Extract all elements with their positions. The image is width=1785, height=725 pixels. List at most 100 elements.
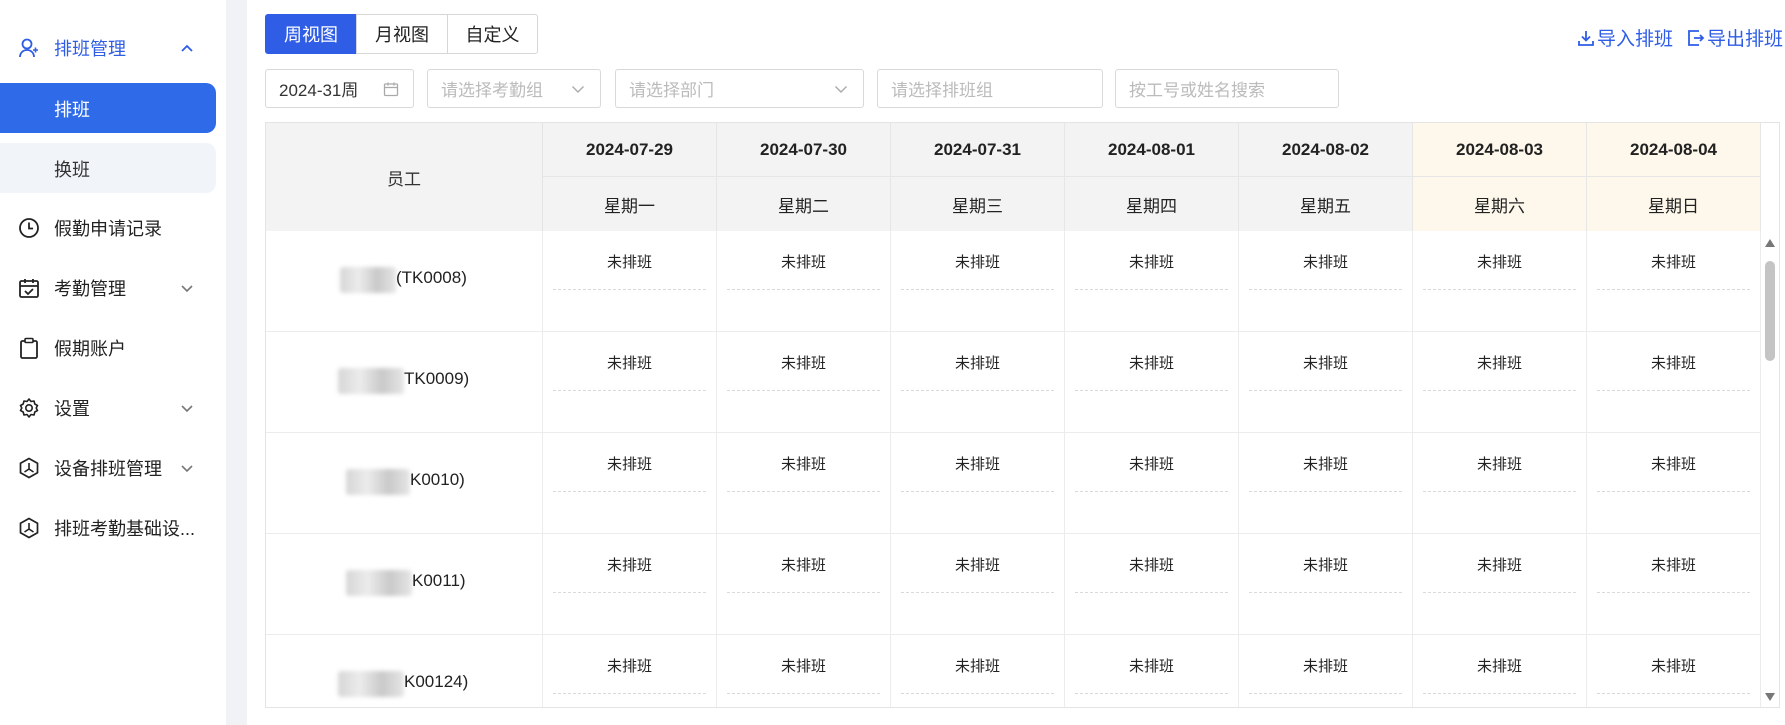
divider: [1423, 289, 1576, 290]
divider: [1423, 592, 1576, 593]
shift-cell[interactable]: 未排班: [1587, 332, 1761, 433]
employee-cell[interactable]: (TK0008): [266, 231, 543, 332]
shift-cell[interactable]: 未排班: [717, 534, 891, 635]
shift-cell[interactable]: 未排班: [717, 231, 891, 332]
shift-cell[interactable]: 未排班: [1413, 231, 1587, 332]
employee-cell[interactable]: K0010): [266, 433, 543, 534]
table-row: TK0009) 未排班 未排班 未排班 未排班 未排班 未排班 未排班: [266, 332, 1779, 433]
shift-cell[interactable]: 未排班: [543, 332, 717, 433]
nav-leave-account[interactable]: 假期账户: [0, 323, 226, 373]
export-schedule-button[interactable]: 导出排班: [1687, 24, 1783, 51]
shift-cell[interactable]: 未排班: [891, 534, 1065, 635]
export-schedule-label: 导出排班: [1706, 29, 1783, 50]
shift-cell[interactable]: 未排班: [1587, 635, 1761, 707]
employee-cell[interactable]: K00124): [266, 635, 543, 707]
day-header-weekday: 星期五: [1300, 196, 1351, 216]
nav-schedule-management[interactable]: 排班管理: [0, 23, 226, 73]
divider: [1423, 390, 1576, 391]
shift-status: 未排班: [1476, 557, 1522, 574]
search-input[interactable]: 按工号或姓名搜索: [1115, 69, 1339, 108]
schedule-grid: 员工 2024-07-29 星期一 2024-07-30 星期二 2024-07…: [265, 122, 1780, 708]
scrollbar-thumb[interactable]: [1765, 261, 1775, 361]
import-schedule-button[interactable]: 导入排班: [1577, 24, 1673, 51]
tab-week-view[interactable]: 周视图: [265, 14, 357, 54]
shift-status: 未排班: [1650, 557, 1696, 574]
redacted-name: [338, 671, 404, 697]
shift-cell[interactable]: 未排班: [1065, 433, 1239, 534]
divider: [727, 592, 880, 593]
shift-status: 未排班: [780, 658, 826, 675]
nav-attendance[interactable]: 考勤管理: [0, 263, 226, 313]
shift-cell[interactable]: 未排班: [543, 433, 717, 534]
shift-cell[interactable]: 未排班: [1587, 433, 1761, 534]
shift-cell[interactable]: 未排班: [1239, 231, 1413, 332]
shift-cell[interactable]: 未排班: [717, 433, 891, 534]
nav-settings[interactable]: 设置: [0, 383, 226, 433]
sub-item-schedule[interactable]: 排班: [0, 83, 216, 133]
nav-leave-account-label: 假期账户: [54, 339, 126, 359]
shift-cell[interactable]: 未排班: [1587, 534, 1761, 635]
shift-status: 未排班: [1302, 355, 1348, 372]
shift-cell[interactable]: 未排班: [1065, 635, 1239, 707]
nav-basic-settings[interactable]: 排班考勤基础设...: [0, 503, 226, 553]
shift-cell[interactable]: 未排班: [717, 635, 891, 707]
employee-code: K0011): [412, 571, 466, 590]
sub-item-shift-swap[interactable]: 换班: [0, 143, 216, 193]
shift-cell[interactable]: 未排班: [1239, 635, 1413, 707]
shift-cell[interactable]: 未排班: [1239, 433, 1413, 534]
divider: [1075, 592, 1228, 593]
employee-cell[interactable]: K0011): [266, 534, 543, 635]
shift-cell[interactable]: 未排班: [543, 534, 717, 635]
divider: [1249, 491, 1402, 492]
chevron-down-icon: [835, 86, 847, 93]
shift-status: 未排班: [954, 254, 1000, 271]
shift-cell[interactable]: 未排班: [891, 635, 1065, 707]
shift-cell[interactable]: 未排班: [717, 332, 891, 433]
shift-cell[interactable]: 未排班: [1413, 635, 1587, 707]
week-picker[interactable]: 2024-31周: [265, 69, 414, 108]
shift-status: 未排班: [1650, 254, 1696, 271]
shift-cell[interactable]: 未排班: [891, 332, 1065, 433]
shift-cell[interactable]: 未排班: [1413, 332, 1587, 433]
nav-basic-settings-label: 排班考勤基础设...: [54, 519, 196, 539]
clock-icon: [19, 218, 39, 238]
download-icon: [1578, 30, 1594, 46]
schedule-group-select[interactable]: 请选择排班组: [877, 69, 1103, 108]
day-header-date: 2024-07-29: [543, 123, 716, 177]
vertical-scrollbar[interactable]: [1761, 231, 1779, 707]
attendance-group-select[interactable]: 请选择考勤组: [427, 69, 601, 108]
divider: [727, 289, 880, 290]
shift-status: 未排班: [1302, 254, 1348, 271]
tab-month-view[interactable]: 月视图: [356, 14, 448, 54]
divider: [1249, 390, 1402, 391]
shift-status: 未排班: [1128, 456, 1174, 473]
shift-cell[interactable]: 未排班: [1413, 433, 1587, 534]
nav-device-schedule[interactable]: 设备排班管理: [0, 443, 226, 493]
shift-cell[interactable]: 未排班: [1065, 534, 1239, 635]
shift-cell[interactable]: 未排班: [1065, 332, 1239, 433]
shift-cell[interactable]: 未排班: [1239, 534, 1413, 635]
tab-custom-view[interactable]: 自定义: [447, 14, 538, 54]
scroll-down-arrow-icon[interactable]: [1765, 693, 1775, 701]
shift-cell[interactable]: 未排班: [891, 231, 1065, 332]
divider: [1597, 693, 1750, 694]
shift-cell[interactable]: 未排班: [1239, 332, 1413, 433]
shift-cell[interactable]: 未排班: [1065, 231, 1239, 332]
department-select[interactable]: 请选择部门: [615, 69, 864, 108]
shift-cell[interactable]: 未排班: [1413, 534, 1587, 635]
shift-cell[interactable]: 未排班: [1587, 231, 1761, 332]
divider: [1075, 491, 1228, 492]
day-header-sun: 2024-08-04 星期日: [1587, 123, 1761, 231]
divider: [1597, 390, 1750, 391]
divider: [1249, 289, 1402, 290]
redacted-name: [346, 570, 412, 596]
calendar-icon: [383, 82, 399, 97]
shift-cell[interactable]: 未排班: [543, 231, 717, 332]
divider: [553, 390, 706, 391]
scroll-up-arrow-icon[interactable]: [1765, 239, 1775, 247]
nav-leave-records-label: 假勤申请记录: [54, 219, 162, 239]
shift-cell[interactable]: 未排班: [543, 635, 717, 707]
shift-cell[interactable]: 未排班: [891, 433, 1065, 534]
nav-leave-records[interactable]: 假勤申请记录: [0, 203, 226, 253]
employee-cell[interactable]: TK0009): [266, 332, 543, 433]
